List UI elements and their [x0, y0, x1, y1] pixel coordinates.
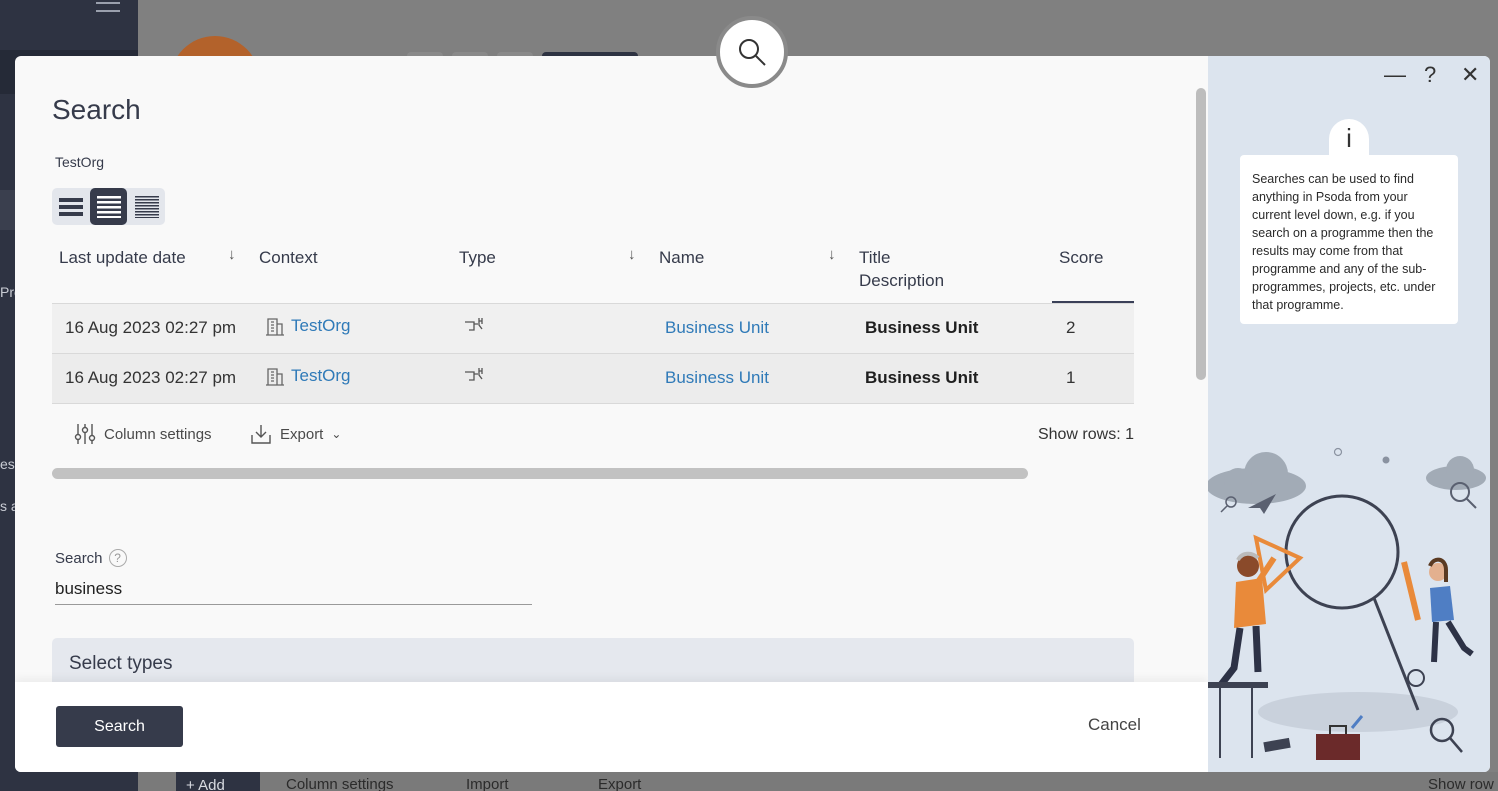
add-label: Add: [198, 777, 225, 791]
chevron-down-icon: ⌄: [331, 427, 342, 441]
background-show-rows: Show row: [1428, 776, 1494, 791]
column-settings-label: Column settings: [104, 425, 212, 443]
cell-type: [464, 316, 486, 341]
sort-arrow-icon[interactable]: ↓: [228, 246, 236, 263]
compact-view-button[interactable]: [52, 188, 89, 225]
modal-content: Search TestOrg Last update date ↓ Contex…: [15, 56, 1208, 682]
cell-score: 2: [1066, 318, 1076, 337]
show-rows-label: Show rows:: [1037, 426, 1121, 443]
search-modal: Search TestOrg Last update date ↓ Contex…: [15, 56, 1490, 772]
hamburger-menu-icon: [96, 2, 120, 18]
help-text-bubble: Searches can be used to find anything in…: [1240, 155, 1458, 324]
search-input[interactable]: [55, 573, 532, 605]
page-title: Search: [52, 94, 141, 125]
search-label-text: Search: [55, 549, 103, 567]
search-illustration: [1208, 447, 1486, 760]
column-header-title[interactable]: Title Description: [859, 246, 944, 292]
sliders-icon: [74, 424, 96, 444]
search-badge: [716, 16, 788, 88]
show-rows-control[interactable]: Show rows: 1: [1038, 426, 1134, 444]
normal-view-button[interactable]: [90, 188, 127, 225]
search-icon: [739, 39, 766, 66]
compact-view-icon: [58, 197, 83, 216]
cell-name-link[interactable]: Business Unit: [665, 368, 769, 388]
results-table: Last update date ↓ Context Type ↓ Name ↓…: [52, 236, 1134, 404]
cell-date: 16 Aug 2023 02:27 pm: [65, 318, 237, 337]
cell-context[interactable]: TestOrg: [265, 366, 351, 386]
sort-arrow-icon[interactable]: ↓: [828, 246, 836, 263]
business-unit-icon: [465, 368, 483, 381]
close-icon[interactable]: ✕: [1461, 62, 1479, 88]
background-export: Export: [598, 776, 642, 791]
select-types-heading: Select types: [69, 653, 173, 674]
table-toolbar: Column settings Export ⌄ Show rows: 1: [52, 418, 1134, 452]
cancel-button[interactable]: Cancel: [1088, 715, 1141, 735]
show-rows-value[interactable]: 1: [1125, 426, 1134, 443]
vertical-scrollbar[interactable]: [1196, 88, 1206, 380]
cell-score: 1: [1066, 368, 1076, 387]
normal-view-icon: [96, 195, 121, 218]
context-link[interactable]: TestOrg: [291, 316, 351, 336]
table-header: Last update date ↓ Context Type ↓ Name ↓…: [52, 236, 1134, 303]
sort-arrow-icon[interactable]: ↓: [628, 246, 636, 263]
cell-title: Business Unit: [865, 368, 979, 387]
org-label: TestOrg: [55, 154, 105, 170]
column-settings-button[interactable]: Column settings: [74, 423, 212, 445]
building-icon: [266, 318, 284, 336]
column-header-last-update[interactable]: Last update date: [59, 246, 186, 269]
background-import: Import: [466, 776, 509, 791]
help-panel: — ? ✕ i Searches can be used to find any…: [1208, 56, 1490, 772]
export-label: Export: [280, 425, 324, 443]
column-header-description-line: Description: [859, 271, 945, 290]
cell-type: [464, 366, 486, 391]
column-header-name[interactable]: Name: [659, 246, 704, 269]
cell-name-link[interactable]: Business Unit: [665, 318, 769, 338]
download-icon: [251, 425, 271, 444]
help-icon[interactable]: ?: [108, 549, 127, 567]
help-icon[interactable]: ?: [1424, 62, 1436, 88]
dense-view-icon: [134, 195, 159, 218]
background-column-settings: Column settings: [286, 776, 394, 791]
column-header-context[interactable]: Context: [259, 246, 318, 269]
export-button[interactable]: Export ⌄: [250, 423, 341, 445]
modal-footer: Search Cancel: [15, 682, 1208, 772]
minimize-icon[interactable]: —: [1384, 62, 1406, 88]
select-types-section[interactable]: Select types: [52, 638, 1134, 682]
background-add-button: + Add: [176, 772, 260, 791]
business-unit-icon: [465, 318, 483, 331]
dense-view-button[interactable]: [128, 188, 165, 225]
horizontal-scrollbar[interactable]: [52, 468, 1028, 479]
column-header-type[interactable]: Type: [459, 246, 496, 269]
search-button[interactable]: Search: [56, 706, 183, 747]
search-field-label: Search ?: [55, 549, 127, 567]
column-header-title-line: Title: [859, 248, 891, 267]
column-header-score[interactable]: Score: [1059, 246, 1103, 269]
table-body: 16 Aug 2023 02:27 pm TestOrg Business Un…: [52, 303, 1134, 404]
cell-title: Business Unit: [865, 318, 979, 337]
sidebar-fragment: es: [0, 456, 15, 472]
table-bottom-border: [52, 403, 1134, 404]
context-link[interactable]: TestOrg: [291, 366, 351, 386]
table-row[interactable]: 16 Aug 2023 02:27 pm TestOrg Business Un…: [52, 353, 1134, 403]
cell-context[interactable]: TestOrg: [265, 316, 351, 336]
view-mode-toggle: [52, 188, 165, 225]
building-icon: [266, 368, 284, 386]
table-row[interactable]: 16 Aug 2023 02:27 pm TestOrg Business Un…: [52, 303, 1134, 353]
cell-date: 16 Aug 2023 02:27 pm: [65, 368, 237, 387]
